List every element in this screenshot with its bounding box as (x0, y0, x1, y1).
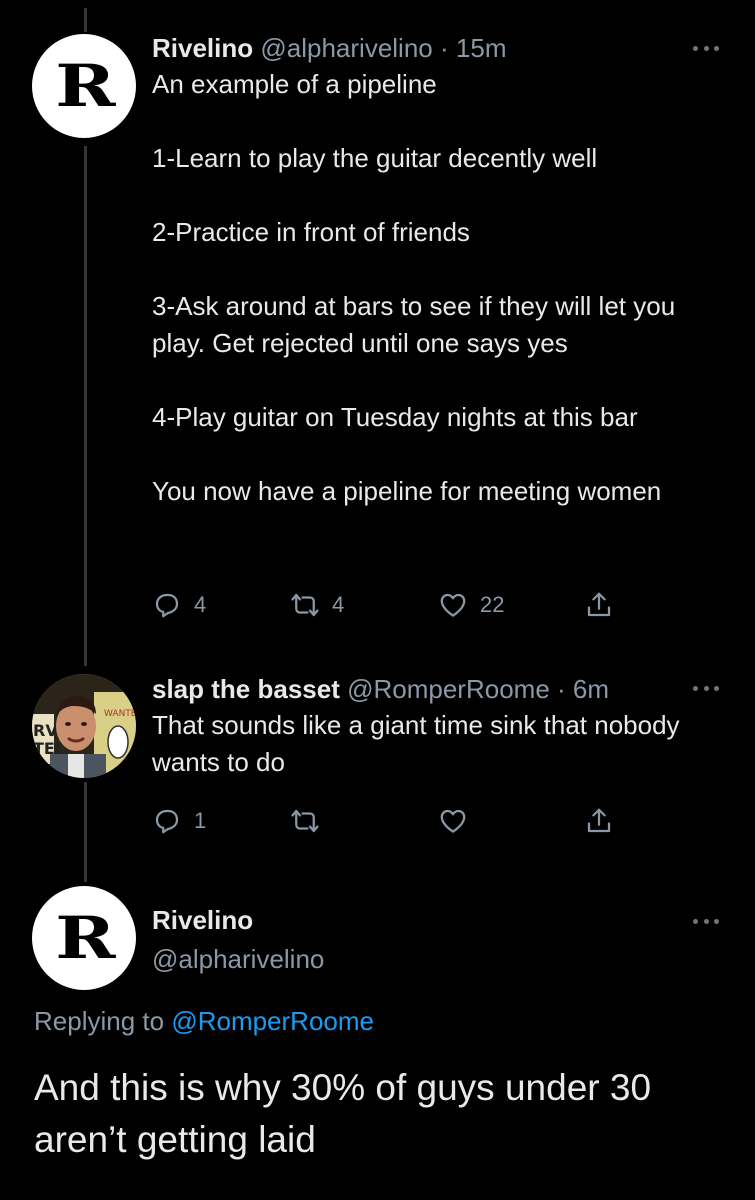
retweet-button[interactable]: 4 (290, 590, 438, 620)
timestamp[interactable]: 6m (573, 674, 609, 704)
thread-line-top (84, 8, 87, 32)
like-button[interactable]: 22 (438, 590, 584, 620)
like-button[interactable] (438, 806, 584, 836)
replying-to: Replying to @RomperRoome (34, 1006, 374, 1037)
retweet-count: 4 (332, 592, 345, 617)
more-icon[interactable] (693, 916, 719, 926)
tweet-header: Rivelino @alpharivelino · 15m (152, 32, 725, 64)
avatar[interactable]: WANTED RVI TEC (32, 674, 136, 778)
avatar[interactable]: R (32, 886, 136, 990)
tweet: Rivelino @alpharivelino · 15m An example… (152, 32, 725, 510)
reply-count: 1 (194, 808, 207, 833)
reply-button[interactable]: 1 (152, 806, 290, 836)
replying-prefix: Replying to (34, 1006, 165, 1036)
avatar-logo: R (55, 904, 115, 972)
separator-dot: · (440, 33, 449, 63)
retweet-button[interactable] (290, 806, 438, 836)
thread-line (84, 146, 87, 666)
like-count: 22 (480, 592, 505, 617)
avatar-logo: R (55, 52, 115, 120)
share-button[interactable] (584, 806, 614, 836)
share-icon (587, 808, 611, 833)
share-button[interactable] (584, 590, 614, 620)
tweet-actions: 1 (152, 806, 614, 836)
timestamp[interactable]: 15m (456, 33, 507, 63)
display-name[interactable]: Rivelino (152, 33, 253, 63)
reply-button[interactable]: 4 (152, 590, 290, 620)
more-icon[interactable] (693, 43, 719, 53)
tweet-actions: 4 4 22 (152, 590, 614, 620)
retweet-icon (291, 593, 319, 617)
avatar-photo: WANTED RVI TEC (32, 674, 136, 778)
reply-count: 4 (194, 592, 207, 617)
tweet: slap the basset @RomperRoome · 6m That s… (152, 673, 725, 781)
like-icon (440, 809, 466, 833)
username[interactable]: @alpharivelino (260, 33, 432, 63)
display-name[interactable]: slap the basset (152, 674, 340, 704)
tweet-text: An example of a pipeline 1-Learn to play… (152, 69, 676, 506)
svg-text:WANTED: WANTED (104, 709, 136, 719)
share-icon (587, 592, 611, 617)
tweet-text: That sounds like a giant time sink that … (152, 710, 687, 777)
separator-dot: · (557, 674, 566, 704)
retweet-icon (291, 809, 319, 833)
username[interactable]: @alpharivelino (152, 944, 324, 975)
avatar[interactable]: R (32, 34, 136, 138)
reply-icon (155, 593, 179, 618)
thread-line (84, 782, 87, 882)
more-icon[interactable] (693, 683, 719, 693)
username[interactable]: @RomperRoome (347, 674, 550, 704)
like-icon (440, 593, 466, 617)
display-name[interactable]: Rivelino (152, 905, 253, 936)
main-tweet-text: And this is why 30% of guys under 30 are… (34, 1067, 652, 1160)
tweet-header: slap the basset @RomperRoome · 6m (152, 673, 725, 705)
mention-link[interactable]: @RomperRoome (171, 1006, 374, 1036)
reply-icon (155, 809, 179, 834)
